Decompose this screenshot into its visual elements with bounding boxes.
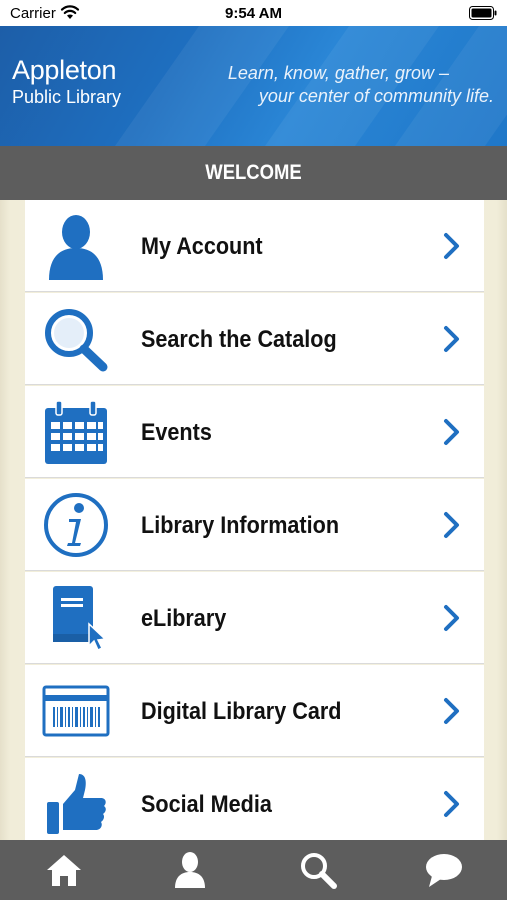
chevron-right-icon [444,233,459,259]
menu-item-search-catalog[interactable]: Search the Catalog [25,293,484,385]
chevron-right-icon [444,791,459,817]
menu-item-label: Events [141,419,212,446]
tab-bar [0,840,507,900]
header-banner: Appleton Public Library Learn, know, gat… [0,26,507,146]
menu-item-label: Search the Catalog [141,326,337,353]
menu-item-my-account[interactable]: My Account [25,200,484,292]
menu-item-label: My Account [141,233,263,260]
tagline-line-1: Learn, know, gather, grow – [227,63,449,83]
clock-time: 9:54 AM [225,5,282,22]
chevron-right-icon [444,605,459,631]
menu-item-label: Library Information [141,512,340,539]
thumbs-up-icon [47,774,106,834]
chevron-right-icon [444,698,459,724]
menu-item-label: eLibrary [141,605,227,632]
menu-item-digital-library-card[interactable]: Digital Library Card [25,665,484,757]
menu-item-social-media[interactable]: Social Media [25,758,484,840]
chevron-right-icon [444,512,459,538]
chat-bubble-icon[interactable] [424,850,464,890]
home-icon[interactable] [44,850,84,890]
battery-icon [469,6,497,20]
library-logo-subtitle: Public Library [12,87,122,107]
menu-list: My Account Search the Catalog Events Lib… [25,200,484,840]
menu-item-library-information[interactable]: Library Information [25,479,484,571]
chevron-right-icon [444,326,459,352]
menu-item-events[interactable]: Events [25,386,484,478]
person-icon [49,215,103,280]
search-icon[interactable] [298,850,338,890]
menu-item-label: Digital Library Card [141,698,342,725]
calendar-icon [45,400,107,464]
library-logo-name: Appleton [12,55,117,85]
tagline-line-2: your center of community life. [258,86,494,106]
ebook-icon [53,586,107,652]
status-bar: Carrier 9:54 AM [0,0,507,26]
person-icon[interactable] [170,850,210,890]
menu-item-elibrary[interactable]: eLibrary [25,572,484,664]
chevron-right-icon [444,419,459,445]
page-title: WELCOME [205,161,302,184]
barcode-card-icon [42,685,110,737]
magnifier-icon [45,309,108,372]
info-icon [44,493,108,557]
welcome-bar: WELCOME [0,146,507,200]
menu-item-label: Social Media [141,791,272,818]
